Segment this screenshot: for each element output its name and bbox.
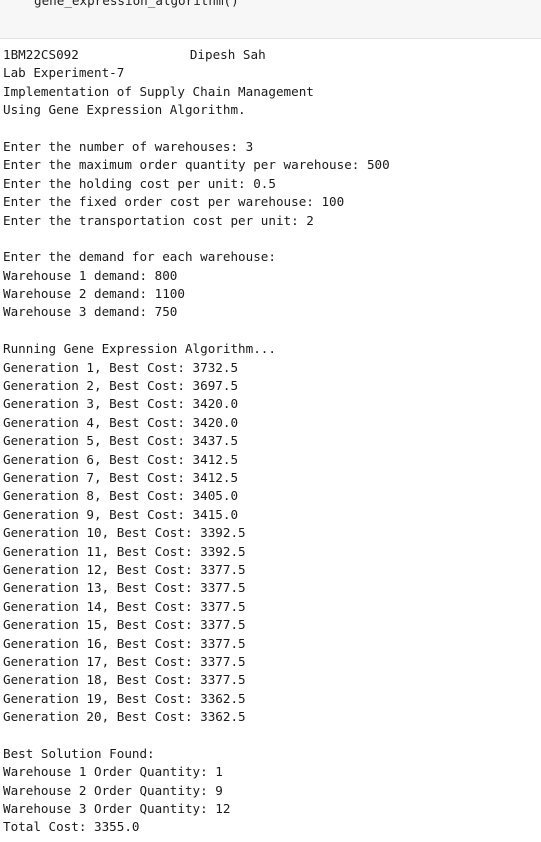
generation-line: Generation 4, Best Cost: 3420.0 xyxy=(3,414,239,430)
demand-line: Warehouse 1 demand: 800 xyxy=(3,267,178,283)
running-message: Running Gene Expression Algorithm... xyxy=(3,341,276,357)
title-line-1: Implementation of Supply Chain Managemen… xyxy=(3,83,314,99)
generation-line: Generation 19, Best Cost: 3362.5 xyxy=(3,690,246,706)
generation-line: Generation 18, Best Cost: 3377.5 xyxy=(3,672,246,688)
generation-line: Generation 17, Best Cost: 3377.5 xyxy=(3,653,246,669)
student-id: 1BM22CS092 xyxy=(3,47,79,62)
generation-line: Generation 8, Best Cost: 3405.0 xyxy=(3,488,239,504)
generation-line: Generation 13, Best Cost: 3377.5 xyxy=(3,580,246,596)
generation-line: Generation 12, Best Cost: 3377.5 xyxy=(3,561,246,577)
generation-line: Generation 1, Best Cost: 3732.5 xyxy=(3,359,239,375)
input-prompt-line: Enter the transportation cost per unit: … xyxy=(3,212,314,228)
order-quantity-line: Warehouse 2 Order Quantity: 9 xyxy=(3,782,223,798)
generation-line: Generation 15, Best Cost: 3377.5 xyxy=(3,617,246,633)
generation-line: Generation 6, Best Cost: 3412.5 xyxy=(3,451,239,467)
title-line-2: Using Gene Expression Algorithm. xyxy=(3,102,246,118)
total-cost-line: Total Cost: 3355.0 xyxy=(3,819,140,835)
generation-line: Generation 2, Best Cost: 3697.5 xyxy=(3,378,239,394)
cell-output: 1BM22CS092 Dipesh Sah Lab Experiment-7 Im… xyxy=(3,46,539,837)
order-quantity-line: Warehouse 1 Order Quantity: 1 xyxy=(3,764,223,780)
demand-list: Warehouse 1 demand: 800 Warehouse 2 dema… xyxy=(3,267,539,322)
generation-line: Generation 11, Best Cost: 3392.5 xyxy=(3,543,246,559)
generation-line: Generation 10, Best Cost: 3392.5 xyxy=(3,525,246,541)
code-cell-source[interactable]: gene_expression_algorithm() xyxy=(34,0,239,10)
header-line: 1BM22CS092 Dipesh Sah xyxy=(3,46,539,64)
generation-log: Generation 1, Best Cost: 3732.5 Generati… xyxy=(3,359,539,727)
experiment-line: Lab Experiment-7 xyxy=(3,65,125,81)
generation-line: Generation 7, Best Cost: 3412.5 xyxy=(3,469,239,485)
code-cell-input[interactable]: gene_expression_algorithm() xyxy=(0,0,541,39)
demand-line: Warehouse 3 demand: 750 xyxy=(3,304,178,320)
input-prompt-line: Enter the fixed order cost per warehouse… xyxy=(3,194,345,210)
demand-prompt: Enter the demand for each warehouse: xyxy=(3,249,276,265)
generation-line: Generation 3, Best Cost: 3420.0 xyxy=(3,396,239,412)
best-solution-list: Warehouse 1 Order Quantity: 1 Warehouse … xyxy=(3,763,539,818)
order-quantity-line: Warehouse 3 Order Quantity: 12 xyxy=(3,801,231,817)
generation-line: Generation 14, Best Cost: 3377.5 xyxy=(3,598,246,614)
input-prompts: Enter the number of warehouses: 3 Enter … xyxy=(3,138,539,230)
generation-line: Generation 9, Best Cost: 3415.0 xyxy=(3,506,239,522)
demand-line: Warehouse 2 demand: 1100 xyxy=(3,286,185,302)
generation-line: Generation 5, Best Cost: 3437.5 xyxy=(3,433,239,449)
input-prompt-line: Enter the maximum order quantity per war… xyxy=(3,157,390,173)
best-solution-header: Best Solution Found: xyxy=(3,745,155,761)
generation-line: Generation 16, Best Cost: 3377.5 xyxy=(3,635,246,651)
input-prompt-line: Enter the holding cost per unit: 0.5 xyxy=(3,175,276,191)
input-prompt-line: Enter the number of warehouses: 3 xyxy=(3,138,254,154)
generation-line: Generation 20, Best Cost: 3362.5 xyxy=(3,709,246,725)
author-name: Dipesh Sah xyxy=(189,47,266,62)
